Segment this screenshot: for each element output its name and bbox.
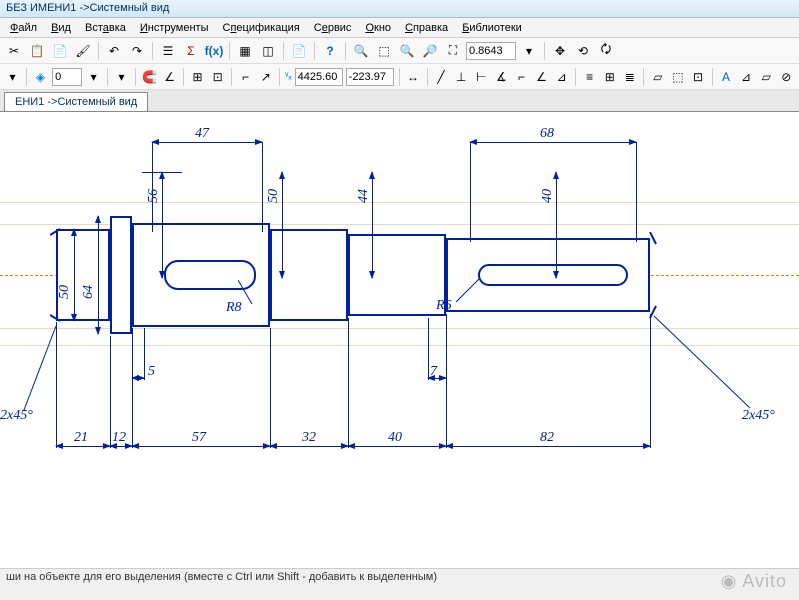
- menubar: ФФайлайл Вид Вставка Инструменты Специфи…: [0, 18, 799, 38]
- dim-5: 5: [148, 364, 155, 380]
- annot-1-icon[interactable]: A: [717, 67, 734, 87]
- y-coord-input[interactable]: [346, 68, 394, 86]
- tab-document[interactable]: ЕНИ1 ->Системный вид: [4, 92, 148, 111]
- dim-40-len: 40: [388, 430, 402, 446]
- dim-40: 40: [540, 189, 556, 203]
- x-coord-input[interactable]: [295, 68, 343, 86]
- help-icon[interactable]: ?: [320, 41, 340, 61]
- dim-50a: 50: [266, 189, 282, 203]
- menu-tools[interactable]: Инструменты: [134, 20, 215, 35]
- zoom-in-icon[interactable]: 🔍: [351, 41, 371, 61]
- dim-1-icon[interactable]: ╱: [432, 67, 449, 87]
- zoom-fit-icon[interactable]: ⛶: [443, 41, 463, 61]
- paste-icon[interactable]: 📄: [50, 41, 70, 61]
- layer-tool-icon[interactable]: ◈: [32, 67, 49, 87]
- properties-icon[interactable]: ☰: [158, 41, 178, 61]
- dim-linear-icon[interactable]: ↔: [405, 67, 422, 87]
- menu-view[interactable]: Вид: [45, 20, 77, 35]
- layer-icon[interactable]: ◫: [258, 41, 278, 61]
- coord-label: ᵛₓ: [285, 71, 292, 82]
- menu-file[interactable]: ФФайлайл: [4, 20, 43, 35]
- brush-icon[interactable]: 🖌: [73, 41, 93, 61]
- menu-insert[interactable]: Вставка: [79, 20, 132, 35]
- dim-6-icon[interactable]: ∠: [533, 67, 550, 87]
- magnet-icon[interactable]: 🧲: [141, 67, 158, 87]
- statusbar: ши на объекте для его выделения (вместе …: [0, 568, 799, 586]
- cut-icon[interactable]: ✂: [4, 41, 24, 61]
- toolbar-2: ▾ ◈ ▾ ▾ 🧲 ∠ ⊞ ⊡ ⌐ ↗ ᵛₓ ↔ ╱ ⊥ ⊢ ∡ ⌐ ∠ ⊿ ≡…: [0, 64, 799, 90]
- pan-icon[interactable]: ✥: [550, 41, 570, 61]
- dim-82: 82: [540, 430, 554, 446]
- dropdown-3-icon[interactable]: ▾: [113, 67, 130, 87]
- sigma-icon[interactable]: Σ: [181, 41, 201, 61]
- undo-icon[interactable]: ↶: [104, 41, 124, 61]
- dim-44: 44: [356, 189, 372, 203]
- zoom-window-icon[interactable]: ⬚: [374, 41, 394, 61]
- rotate-icon[interactable]: ⟲: [573, 41, 593, 61]
- zoom-out-icon[interactable]: 🔎: [420, 41, 440, 61]
- dim-57: 57: [192, 430, 206, 446]
- redo-icon[interactable]: ↷: [127, 41, 147, 61]
- chamfer-right: [644, 232, 658, 318]
- surf-1-icon[interactable]: ▱: [649, 67, 666, 87]
- shaft-section-1: [56, 229, 110, 321]
- toolbar-1: ✂ 📋 📄 🖌 ↶ ↷ ☰ Σ f(x) ▦ ◫ 📄 ? 🔍 ⬚ 🔍 🔎 ⛶ ▾…: [0, 38, 799, 64]
- drawing-canvas[interactable]: 47 68 56 50 44 40 50 64 R8 R6 21 12 57 3…: [0, 112, 799, 582]
- dim-3-icon[interactable]: ⊢: [473, 67, 490, 87]
- copy-icon[interactable]: 📋: [27, 41, 47, 61]
- dim-32: 32: [302, 430, 316, 446]
- chamfer-left: [50, 223, 64, 327]
- status-text: ши на объекте для его выделения (вместе …: [6, 571, 437, 583]
- grid-tool-icon[interactable]: ⊞: [189, 67, 206, 87]
- dropdown-icon[interactable]: ▾: [519, 41, 539, 61]
- fx-icon[interactable]: f(x): [204, 41, 224, 61]
- annot-4-icon[interactable]: ⊘: [778, 67, 795, 87]
- zoom-icon[interactable]: 🔍: [397, 41, 417, 61]
- menu-help[interactable]: Справка: [399, 20, 454, 35]
- scale-input[interactable]: [52, 68, 82, 86]
- menu-libs[interactable]: Библиотеки: [456, 20, 528, 35]
- titlebar: БЕЗ ИМЕНИ1 ->Системный вид: [0, 0, 799, 18]
- surf-2-icon[interactable]: ⬚: [669, 67, 686, 87]
- text-3-icon[interactable]: ≣: [621, 67, 638, 87]
- dropdown-2-icon[interactable]: ▾: [85, 67, 102, 87]
- zoom-level-input[interactable]: [466, 42, 516, 60]
- menu-spec[interactable]: Спецификация: [216, 20, 305, 35]
- grid-icon[interactable]: ▦: [235, 41, 255, 61]
- snap-tool-icon[interactable]: ⊡: [209, 67, 226, 87]
- surf-3-icon[interactable]: ⊡: [689, 67, 706, 87]
- text-2-icon[interactable]: ⊞: [601, 67, 618, 87]
- dim-56: 56: [146, 189, 162, 203]
- refresh-icon[interactable]: 🗘: [596, 41, 616, 61]
- text-1-icon[interactable]: ≡: [581, 67, 598, 87]
- tabbar: ЕНИ1 ->Системный вид: [0, 90, 799, 112]
- line-tool-icon[interactable]: ∠: [161, 67, 178, 87]
- dim-47: 47: [195, 126, 209, 142]
- dim-7-icon[interactable]: ⊿: [553, 67, 570, 87]
- annot-3-icon[interactable]: ▱: [758, 67, 775, 87]
- document-icon[interactable]: 📄: [289, 41, 309, 61]
- menu-service[interactable]: Сервис: [308, 20, 358, 35]
- shaft-section-4: [348, 234, 446, 316]
- dim-21: 21: [74, 430, 88, 446]
- coord-icon[interactable]: ↗: [257, 67, 274, 87]
- dim-5-icon[interactable]: ⌐: [513, 67, 530, 87]
- dropdown-1-icon[interactable]: ▾: [4, 67, 21, 87]
- dim-68: 68: [540, 126, 554, 142]
- menu-window[interactable]: Окно: [359, 20, 397, 35]
- title-text: БЕЗ ИМЕНИ1 ->Системный вид: [6, 2, 169, 14]
- dim-4-icon[interactable]: ∡: [493, 67, 510, 87]
- annot-2-icon[interactable]: ⊿: [738, 67, 755, 87]
- ortho-icon[interactable]: ⌐: [237, 67, 254, 87]
- dim-2-icon[interactable]: ⊥: [453, 67, 470, 87]
- shaft-flange: [110, 216, 132, 334]
